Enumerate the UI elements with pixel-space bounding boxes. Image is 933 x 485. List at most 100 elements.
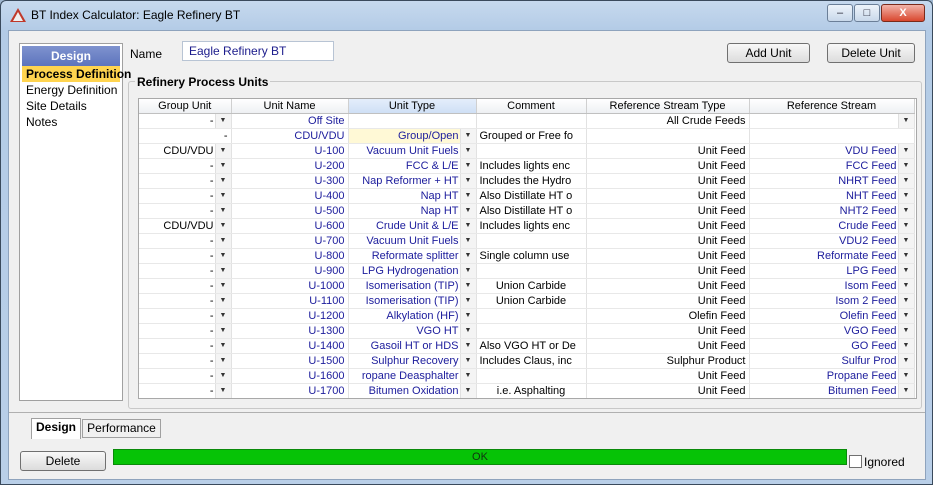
nav-item-energy-definition[interactable]: Energy Definition: [22, 82, 120, 98]
chevron-down-icon[interactable]: ▼: [897, 279, 913, 293]
chevron-down-icon[interactable]: ▼: [459, 384, 475, 398]
chevron-down-icon[interactable]: ▼: [214, 339, 230, 353]
chevron-down-icon[interactable]: ▼: [214, 219, 230, 233]
comment-cell[interactable]: [476, 263, 587, 279]
unit-name-cell[interactable]: U-1000: [231, 278, 349, 294]
group-unit-cell[interactable]: - ▼: [139, 323, 232, 339]
table-row[interactable]: - CDU/VDU Group/Open ▼ Grouped or Free fo: [139, 128, 915, 144]
reference-stream-type-cell[interactable]: Unit Feed: [586, 173, 750, 189]
unit-type-cell[interactable]: Group/Open ▼: [348, 128, 477, 144]
chevron-down-icon[interactable]: ▼: [897, 354, 913, 368]
reference-stream-type-cell[interactable]: Unit Feed: [586, 218, 750, 234]
unit-type-cell[interactable]: Reformate splitter ▼: [348, 248, 477, 264]
chevron-down-icon[interactable]: ▼: [897, 309, 913, 323]
unit-name-cell[interactable]: U-1600: [231, 368, 349, 384]
reference-stream-cell[interactable]: Reformate Feed ▼: [749, 248, 915, 264]
unit-name-cell[interactable]: U-1400: [231, 338, 349, 354]
chevron-down-icon[interactable]: ▼: [214, 174, 230, 188]
reference-stream-type-cell[interactable]: Unit Feed: [586, 158, 750, 174]
unit-type-cell[interactable]: Bitumen Oxidation ▼: [348, 383, 477, 398]
unit-name-cell[interactable]: U-300: [231, 173, 349, 189]
table-row[interactable]: - ▼ U-1200 Alkylation (HF) ▼ Olefin Feed Olefi…: [139, 308, 915, 324]
reference-stream-type-cell[interactable]: Unit Feed: [586, 248, 750, 264]
chevron-down-icon[interactable]: ▼: [897, 219, 913, 233]
add-unit-button[interactable]: Add Unit: [727, 43, 810, 63]
chevron-down-icon[interactable]: ▼: [897, 384, 913, 398]
chevron-down-icon[interactable]: ▼: [459, 339, 475, 353]
chevron-down-icon[interactable]: ▼: [897, 234, 913, 248]
comment-cell[interactable]: i.e. Asphalting: [476, 383, 587, 398]
reference-stream-cell[interactable]: Isom Feed ▼: [749, 278, 915, 294]
reference-stream-cell[interactable]: NHT2 Feed ▼: [749, 203, 915, 219]
unit-name-cell[interactable]: U-900: [231, 263, 349, 279]
comment-cell[interactable]: [476, 323, 587, 339]
unit-type-cell[interactable]: Crude Unit & L/E ▼: [348, 218, 477, 234]
reference-stream-type-cell[interactable]: Unit Feed: [586, 383, 750, 398]
chevron-down-icon[interactable]: ▼: [459, 294, 475, 308]
unit-name-cell[interactable]: U-600: [231, 218, 349, 234]
reference-stream-type-cell[interactable]: Olefin Feed: [586, 308, 750, 324]
reference-stream-type-cell[interactable]: Unit Feed: [586, 278, 750, 294]
chevron-down-icon[interactable]: ▼: [214, 354, 230, 368]
comment-cell[interactable]: [476, 233, 587, 249]
unit-type-cell[interactable]: Nap Reformer + HT ▼: [348, 173, 477, 189]
unit-name-cell[interactable]: U-1200: [231, 308, 349, 324]
chevron-down-icon[interactable]: ▼: [897, 249, 913, 263]
chevron-down-icon[interactable]: ▼: [214, 159, 230, 173]
comment-cell[interactable]: Also VGO HT or De: [476, 338, 587, 354]
chevron-down-icon[interactable]: ▼: [214, 189, 230, 203]
chevron-down-icon[interactable]: ▼: [214, 279, 230, 293]
unit-type-cell[interactable]: [348, 113, 477, 129]
unit-name-cell[interactable]: CDU/VDU: [231, 128, 349, 144]
group-unit-cell[interactable]: - ▼: [139, 113, 232, 129]
nav-item-site-details[interactable]: Site Details: [22, 98, 120, 114]
chevron-down-icon[interactable]: ▼: [214, 309, 230, 323]
chevron-down-icon[interactable]: ▼: [459, 249, 475, 263]
chevron-down-icon[interactable]: ▼: [214, 234, 230, 248]
table-row[interactable]: - ▼ U-1100 Isomerisation (TIP) ▼ Union Carbid…: [139, 293, 915, 309]
column-header-unit-name[interactable]: Unit Name: [231, 99, 349, 114]
group-unit-cell[interactable]: - ▼: [139, 368, 232, 384]
unit-name-cell[interactable]: U-1100: [231, 293, 349, 309]
chevron-down-icon[interactable]: ▼: [897, 204, 913, 218]
delete-button[interactable]: Delete: [20, 451, 106, 471]
chevron-down-icon[interactable]: ▼: [459, 279, 475, 293]
column-header-reference-stream[interactable]: Reference Stream: [749, 99, 915, 114]
unit-type-cell[interactable]: ropane Deasphalter ▼: [348, 368, 477, 384]
table-row[interactable]: - ▼ U-1000 Isomerisation (TIP) ▼ Union Carbid…: [139, 278, 915, 294]
chevron-down-icon[interactable]: ▼: [214, 144, 230, 158]
reference-stream-type-cell[interactable]: [586, 128, 750, 144]
group-unit-cell[interactable]: - ▼: [139, 173, 232, 189]
comment-cell[interactable]: Also Distillate HT o: [476, 188, 587, 204]
comment-cell[interactable]: Also Distillate HT o: [476, 203, 587, 219]
reference-stream-type-cell[interactable]: Unit Feed: [586, 368, 750, 384]
unit-name-cell[interactable]: U-1500: [231, 353, 349, 369]
chevron-down-icon[interactable]: ▼: [897, 324, 913, 338]
chevron-down-icon[interactable]: ▼: [897, 189, 913, 203]
chevron-down-icon[interactable]: ▼: [214, 114, 230, 128]
reference-stream-type-cell[interactable]: Unit Feed: [586, 203, 750, 219]
comment-cell[interactable]: [476, 113, 587, 129]
unit-name-cell[interactable]: U-800: [231, 248, 349, 264]
comment-cell[interactable]: Union Carbide: [476, 293, 587, 309]
table-row[interactable]: - ▼ U-1400 Gasoil HT or HDS ▼ Also VGO HT or …: [139, 338, 915, 354]
reference-stream-cell[interactable]: Propane Feed ▼: [749, 368, 915, 384]
reference-stream-cell[interactable]: FCC Feed ▼: [749, 158, 915, 174]
ignored-checkbox[interactable]: [849, 455, 862, 468]
table-row[interactable]: - ▼ U-200 FCC & L/E ▼ Includes lights enc Unit…: [139, 158, 915, 174]
chevron-down-icon[interactable]: ▼: [897, 264, 913, 278]
comment-cell[interactable]: Single column use: [476, 248, 587, 264]
chevron-down-icon[interactable]: ▼: [897, 144, 913, 158]
reference-stream-cell[interactable]: GO Feed ▼: [749, 338, 915, 354]
unit-type-cell[interactable]: FCC & L/E ▼: [348, 158, 477, 174]
group-unit-cell[interactable]: - ▼: [139, 158, 232, 174]
reference-stream-type-cell[interactable]: Unit Feed: [586, 323, 750, 339]
chevron-down-icon[interactable]: ▼: [459, 324, 475, 338]
reference-stream-type-cell[interactable]: Unit Feed: [586, 263, 750, 279]
column-header-reference-stream-type[interactable]: Reference Stream Type: [586, 99, 750, 114]
reference-stream-cell[interactable]: Sulfur Prod ▼: [749, 353, 915, 369]
column-header-unit-type[interactable]: Unit Type: [348, 99, 477, 114]
reference-stream-cell[interactable]: Bitumen Feed ▼: [749, 383, 915, 398]
chevron-down-icon[interactable]: ▼: [214, 294, 230, 308]
unit-type-cell[interactable]: Vacuum Unit Fuels ▼: [348, 143, 477, 159]
